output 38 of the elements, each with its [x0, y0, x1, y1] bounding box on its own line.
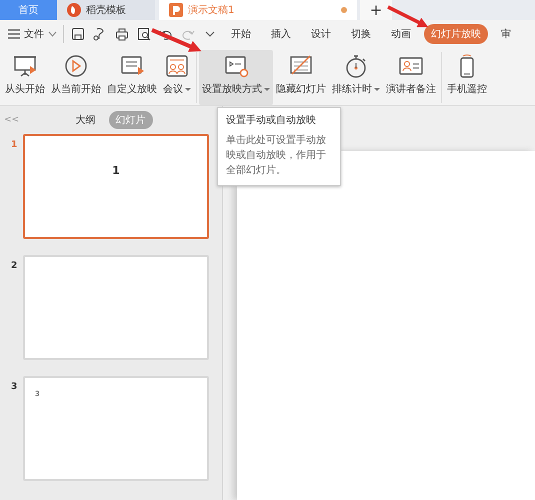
play-circle-icon [63, 53, 89, 79]
ribbon-button[interactable]: 从当前开始 [48, 50, 104, 105]
menu-icon [8, 29, 20, 39]
flame-icon [67, 3, 81, 17]
ribbon-tab[interactable]: 开始 [224, 24, 258, 44]
ribbon-tab[interactable]: 设计 [304, 24, 338, 44]
presentation-file-icon [169, 3, 183, 17]
document-tab[interactable]: 稻壳模板 [57, 0, 155, 20]
tooltip-text: 单击此处可设置手动放映或自动放映，作用于全部幻灯片。 [226, 134, 327, 178]
ribbon-button[interactable]: 隐藏幻灯片 [273, 50, 329, 105]
ribbon-tab[interactable]: 动画 [384, 24, 418, 44]
ribbon-button[interactable]: 设置放映方式 [199, 50, 273, 105]
slide-thumbnail[interactable]: 1 [23, 134, 209, 239]
meeting-icon [164, 53, 190, 79]
ribbon-tab[interactable]: 切换 [344, 24, 378, 44]
ribbon-tab[interactable]: 插入 [264, 24, 298, 44]
chevron-down-icon [48, 31, 57, 37]
ribbon-button[interactable]: 会议 [160, 50, 194, 105]
print-preview-icon[interactable] [137, 27, 151, 41]
view-tab[interactable]: 大纲 [68, 111, 103, 129]
ribbon-button[interactable]: 演讲者备注 [383, 50, 439, 105]
ribbon-tab[interactable]: 审 [494, 24, 518, 44]
slide-title: 1 [111, 164, 121, 177]
ribbon-button[interactable]: 手机遥控 [444, 50, 490, 105]
new-tab-button[interactable]: + [360, 0, 392, 20]
print-icon[interactable] [115, 27, 129, 41]
ribbon-button[interactable]: 排练计时 [329, 50, 383, 105]
annotation-arrow [151, 28, 202, 52]
ribbon-button[interactable]: 从头开始 [2, 50, 48, 105]
tooltip-title: 设置手动或自动放映 [226, 114, 317, 127]
slide-number: 3 [11, 382, 18, 392]
slide-number: 2 [11, 261, 18, 271]
slide-thumbnail[interactable] [23, 255, 209, 360]
slide-number: 1 [11, 140, 18, 150]
save-icon[interactable] [71, 27, 85, 41]
annotation-arrow [387, 5, 428, 28]
file-menu-button[interactable]: 文件 [8, 27, 57, 41]
ribbon-button[interactable]: 自定义放映 [104, 50, 160, 105]
